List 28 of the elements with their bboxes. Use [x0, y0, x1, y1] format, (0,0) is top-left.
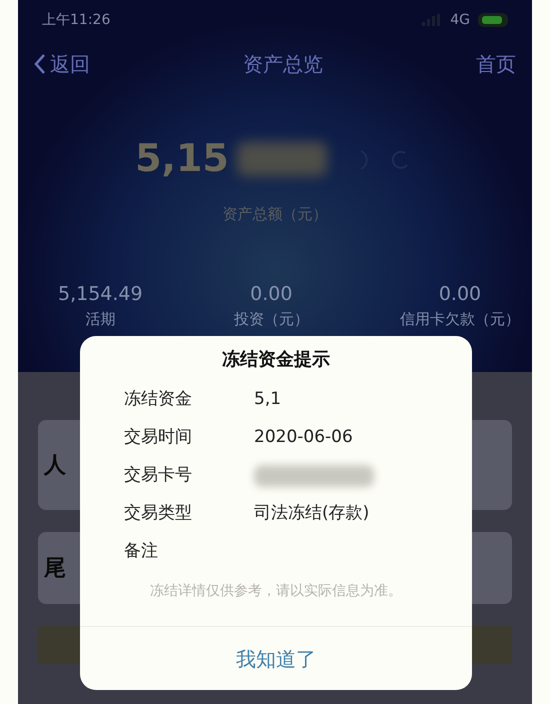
confirm-button[interactable]: 我知道了: [80, 626, 472, 690]
field-label: 交易类型: [124, 502, 193, 526]
summary-label: 信用卡欠款（元）: [400, 309, 520, 330]
field-label: 交易卡号: [124, 464, 193, 488]
note-text: 冻结详情仅供参考，请以实际信息为准。: [149, 582, 403, 601]
battery-icon: [478, 13, 508, 27]
field-value: 司法冻结(存款): [254, 502, 370, 526]
total-label: 资产总额（元）: [222, 204, 328, 225]
page-title: 资产总览: [243, 51, 323, 78]
summary-value: 0.00: [250, 282, 292, 306]
status-time: 上午11:26: [42, 10, 110, 30]
back-chevron-icon: [34, 53, 46, 75]
home-link[interactable]: 首页: [476, 49, 516, 79]
back-link[interactable]: 返回: [34, 49, 90, 79]
summary-label: 投资（元）: [234, 309, 309, 330]
total-amount: 5,15: [135, 135, 229, 182]
field-value: 2020-06-06: [254, 426, 353, 450]
field-value: 5,1: [254, 388, 282, 412]
summary-value: 5,154.49: [58, 282, 143, 306]
summary-label: 活期: [85, 309, 116, 330]
network-label: 4G: [450, 10, 470, 30]
field-label: 交易时间: [124, 426, 193, 450]
row-label: 人: [44, 452, 66, 480]
summary-value: 0.00: [438, 282, 482, 306]
dialog-title: 冻结资金提示: [221, 348, 331, 372]
field-label: 备注: [124, 540, 159, 564]
field-label: 冻结资金: [124, 388, 193, 412]
row-label: 尾: [44, 554, 66, 582]
